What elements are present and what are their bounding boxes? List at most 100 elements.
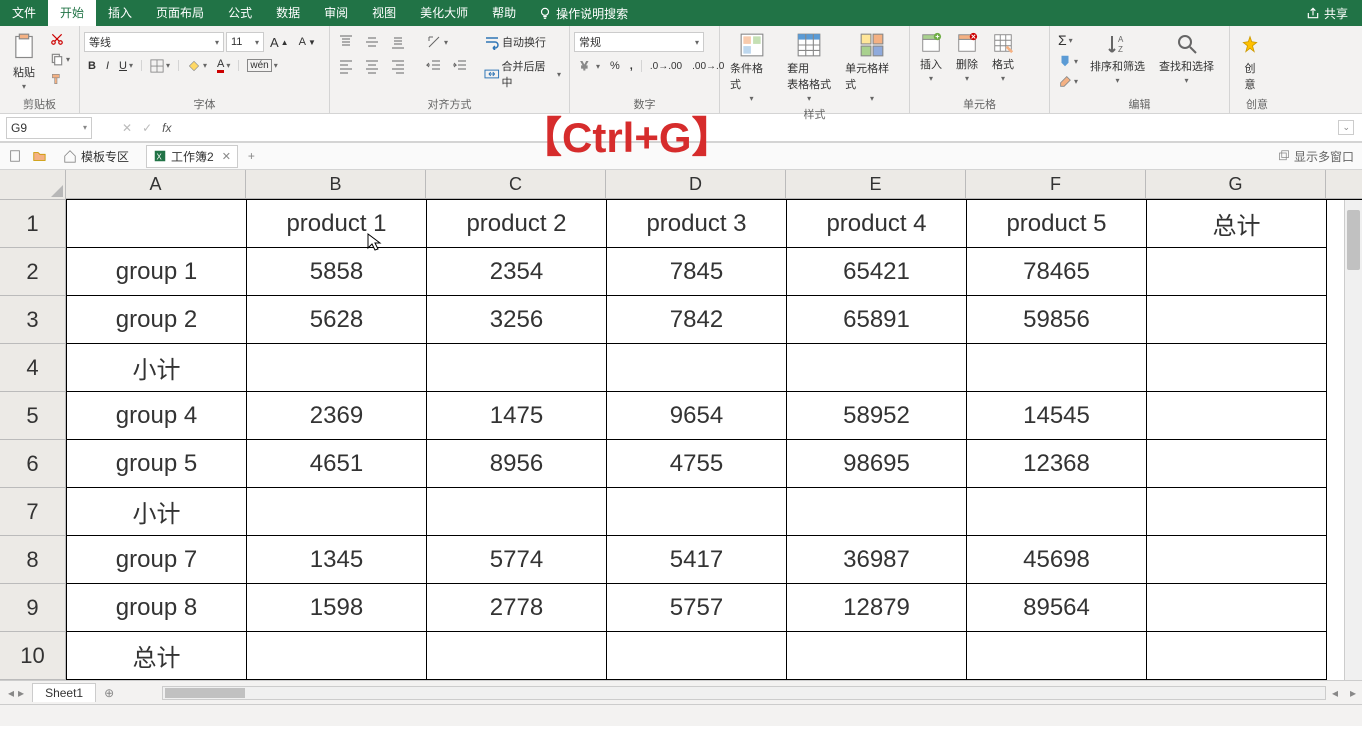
select-all-corner[interactable] (0, 170, 66, 200)
cell-F6[interactable]: 12368 (967, 440, 1147, 488)
cell-D1[interactable]: product 3 (607, 200, 787, 248)
name-box[interactable]: G9▾ (6, 117, 92, 139)
font-color-button[interactable]: A▾ (213, 56, 234, 75)
orientation-button[interactable]: ▾ (422, 32, 452, 52)
cell-E2[interactable]: 65421 (787, 248, 967, 296)
cell-F4[interactable] (967, 344, 1147, 392)
cell-C8[interactable]: 5774 (427, 536, 607, 584)
font-name-combo[interactable]: 等线▾ (84, 32, 224, 52)
cell-G9[interactable] (1147, 584, 1327, 632)
cell-E4[interactable] (787, 344, 967, 392)
row-header-5[interactable]: 5 (0, 392, 66, 440)
copy-button[interactable]: ▾ (46, 50, 74, 68)
menu-formulas[interactable]: 公式 (216, 0, 264, 26)
cell-F5[interactable]: 14545 (967, 392, 1147, 440)
cell-E6[interactable]: 98695 (787, 440, 967, 488)
cell-G1[interactable]: 总计 (1147, 200, 1327, 248)
row-header-1[interactable]: 1 (0, 200, 66, 248)
accounting-button[interactable]: ¥▾ (574, 56, 604, 76)
cell-D3[interactable]: 7842 (607, 296, 787, 344)
align-left-button[interactable] (334, 56, 358, 76)
cell-A3[interactable]: group 2 (67, 296, 247, 344)
row-header-9[interactable]: 9 (0, 584, 66, 632)
italic-button[interactable]: I (102, 58, 113, 74)
close-tab-icon[interactable]: ✕ (222, 150, 231, 163)
cell-C5[interactable]: 1475 (427, 392, 607, 440)
cell-D4[interactable] (607, 344, 787, 392)
col-header-D[interactable]: D (606, 170, 786, 199)
increase-font-button[interactable]: A▲ (266, 33, 293, 52)
cell-E7[interactable] (787, 488, 967, 536)
format-painter-button[interactable] (46, 70, 74, 88)
border-button[interactable]: ▾ (146, 57, 174, 75)
clear-button[interactable]: ▾ (1054, 72, 1082, 90)
col-header-A[interactable]: A (66, 170, 246, 199)
cell-E1[interactable]: product 4 (787, 200, 967, 248)
cell-D9[interactable]: 5757 (607, 584, 787, 632)
comma-button[interactable]: , (626, 58, 637, 74)
menu-file[interactable]: 文件 (0, 0, 48, 26)
increase-indent-button[interactable] (448, 56, 472, 76)
cell-G7[interactable] (1147, 488, 1327, 536)
row-header-8[interactable]: 8 (0, 536, 66, 584)
cell-E8[interactable]: 36987 (787, 536, 967, 584)
align-top-button[interactable] (334, 32, 358, 52)
align-right-button[interactable] (386, 56, 410, 76)
merge-center-button[interactable]: 合并后居中▾ (480, 56, 565, 92)
align-center-button[interactable] (360, 56, 384, 76)
paste-button[interactable]: 粘贴 ▾ (4, 28, 44, 95)
menu-view[interactable]: 视图 (360, 0, 408, 26)
cell-A1[interactable] (67, 200, 247, 248)
cell-D5[interactable]: 9654 (607, 392, 787, 440)
templates-tab[interactable]: 模板专区 (56, 145, 136, 168)
insert-cells-button[interactable]: 插入▾ (914, 28, 948, 87)
col-header-G[interactable]: G (1146, 170, 1326, 199)
cell-B4[interactable] (247, 344, 427, 392)
cell-E9[interactable]: 12879 (787, 584, 967, 632)
workbook-tab[interactable]: X 工作簿2 ✕ (146, 145, 238, 168)
number-format-combo[interactable]: 常规▾ (574, 32, 704, 52)
font-size-combo[interactable]: 11▾ (226, 32, 264, 52)
cell-G6[interactable] (1147, 440, 1327, 488)
cell-D7[interactable] (607, 488, 787, 536)
cell-B7[interactable] (247, 488, 427, 536)
cell-C6[interactable]: 8956 (427, 440, 607, 488)
cell-E5[interactable]: 58952 (787, 392, 967, 440)
fx-icon[interactable]: fx (162, 121, 171, 135)
cell-C7[interactable] (427, 488, 607, 536)
cell-G2[interactable] (1147, 248, 1327, 296)
share-button[interactable]: 共享 (1292, 5, 1362, 22)
col-header-B[interactable]: B (246, 170, 426, 199)
cell-B3[interactable]: 5628 (247, 296, 427, 344)
cell-F10[interactable] (967, 632, 1147, 680)
bold-button[interactable]: B (84, 58, 100, 74)
scroll-left-button[interactable]: ◂ (1326, 686, 1344, 700)
cell-C9[interactable]: 2778 (427, 584, 607, 632)
menu-review[interactable]: 审阅 (312, 0, 360, 26)
cell-A4[interactable]: 小计 (67, 344, 247, 392)
percent-button[interactable]: % (606, 58, 624, 74)
cell-E10[interactable] (787, 632, 967, 680)
fill-button[interactable]: ▾ (1054, 52, 1082, 70)
enter-formula-icon[interactable]: ✓ (142, 121, 152, 135)
multi-window-button[interactable]: 显示多窗口 (1278, 148, 1354, 165)
cell-D2[interactable]: 7845 (607, 248, 787, 296)
cell-F7[interactable] (967, 488, 1147, 536)
cell-F9[interactable]: 89564 (967, 584, 1147, 632)
cell-styles-button[interactable]: 单元格样式▾ (839, 28, 905, 107)
decrease-indent-button[interactable] (422, 56, 446, 76)
cell-B9[interactable]: 1598 (247, 584, 427, 632)
cell-G5[interactable] (1147, 392, 1327, 440)
col-header-E[interactable]: E (786, 170, 966, 199)
cell-C2[interactable]: 2354 (427, 248, 607, 296)
decrease-font-button[interactable]: A▼ (295, 34, 320, 50)
vertical-scrollbar[interactable] (1344, 200, 1362, 680)
cut-button[interactable] (46, 30, 74, 48)
cell-B5[interactable]: 2369 (247, 392, 427, 440)
cell-C10[interactable] (427, 632, 607, 680)
cell-A7[interactable]: 小计 (67, 488, 247, 536)
menu-insert[interactable]: 插入 (96, 0, 144, 26)
cell-B8[interactable]: 1345 (247, 536, 427, 584)
spreadsheet-grid[interactable]: 12345678910 ABCDEFG product 1product 2pr… (0, 170, 1362, 680)
delete-cells-button[interactable]: 删除▾ (950, 28, 984, 87)
